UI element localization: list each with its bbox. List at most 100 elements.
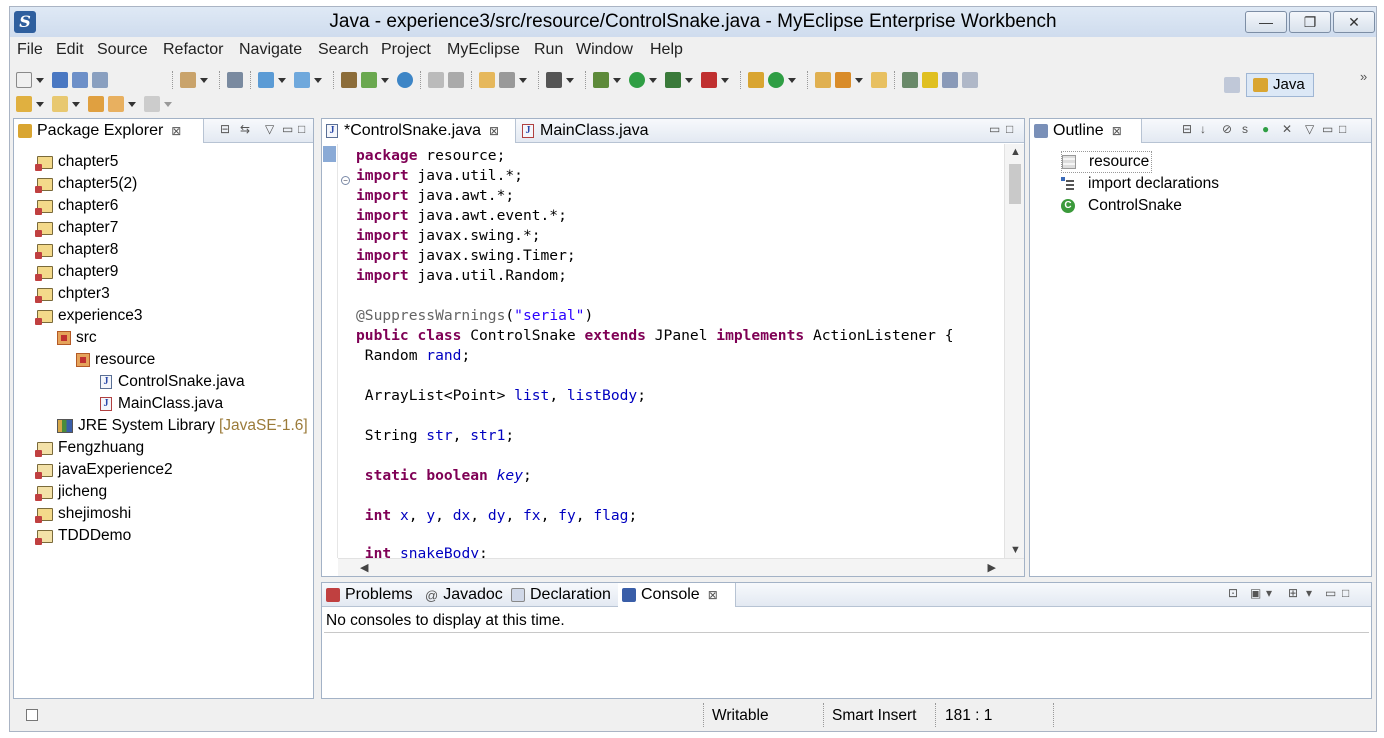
pencil-icon[interactable]: [835, 72, 851, 88]
tree-project-jicheng[interactable]: jicheng: [35, 481, 107, 503]
minimize-button[interactable]: —: [1245, 11, 1287, 33]
menu-refactor[interactable]: Refactor: [163, 41, 223, 59]
image-dropdown-icon[interactable]: [519, 77, 527, 83]
menu-source[interactable]: Source: [97, 41, 148, 59]
last-edit-icon[interactable]: [88, 96, 104, 112]
new-class-icon[interactable]: [768, 72, 784, 88]
tab-problems[interactable]: Problems: [322, 583, 419, 607]
maximize-view-icon[interactable]: □: [1339, 122, 1346, 136]
menu-file[interactable]: File: [17, 41, 43, 59]
new-class-dropdown-icon[interactable]: [788, 77, 796, 83]
tree-file-mainclass[interactable]: J MainClass.java: [100, 393, 223, 415]
menu-navigate[interactable]: Navigate: [239, 41, 302, 59]
scroll-up-icon[interactable]: ▲: [1010, 146, 1021, 158]
external-tools-dropdown-icon[interactable]: [721, 77, 729, 83]
tree-project-experience3[interactable]: experience3: [35, 305, 142, 327]
search-dropdown-icon[interactable]: [314, 77, 322, 83]
block-select-icon[interactable]: [942, 72, 958, 88]
tree-project-tdddemo[interactable]: TDDDemo: [35, 525, 131, 547]
back-dropdown-icon[interactable]: [128, 101, 136, 107]
java-perspective-button[interactable]: Java: [1246, 73, 1314, 97]
open-type-icon[interactable]: [227, 72, 243, 88]
deploy-dropdown-icon[interactable]: [381, 77, 389, 83]
menu-help[interactable]: Help: [650, 41, 683, 59]
tree-project-chpter3[interactable]: chpter3: [35, 283, 110, 305]
toolbar-overflow-icon[interactable]: »: [1360, 69, 1367, 84]
pencil-dropdown-icon[interactable]: [855, 77, 863, 83]
save-all-icon[interactable]: [72, 72, 88, 88]
display-console-icon[interactable]: ▣: [1250, 586, 1261, 600]
tab-package-explorer[interactable]: Package Explorer ⊠: [14, 119, 204, 143]
hide-local-types-icon[interactable]: ✕: [1282, 122, 1292, 136]
collapse-all-icon[interactable]: ⊟: [220, 122, 230, 136]
view-menu-icon[interactable]: ▽: [1305, 122, 1314, 136]
debug-icon[interactable]: [593, 72, 609, 88]
tree-project-chapter9[interactable]: chapter9: [35, 261, 118, 283]
external-tools-icon[interactable]: [701, 72, 717, 88]
back-icon[interactable]: [108, 96, 124, 112]
pin-console-icon[interactable]: ⊡: [1228, 586, 1238, 600]
tab-outline[interactable]: Outline ⊠: [1030, 119, 1142, 143]
tree-folder-src[interactable]: src: [57, 327, 97, 349]
new-wizard-icon[interactable]: [258, 72, 274, 88]
tab-javadoc[interactable]: @ Javadoc: [421, 583, 505, 607]
screenshot-icon[interactable]: [546, 72, 562, 88]
tree-file-controlsnake[interactable]: J ControlSnake.java: [100, 371, 245, 393]
scroll-right-icon[interactable]: ▶: [988, 561, 996, 574]
collapse-all-icon[interactable]: ⊟: [1182, 122, 1192, 136]
highlight-icon[interactable]: [922, 72, 938, 88]
run-config-icon[interactable]: [665, 72, 681, 88]
maximize-view-icon[interactable]: □: [1006, 122, 1013, 136]
tab-mainclass[interactable]: J MainClass.java: [518, 119, 678, 143]
close-tab-icon[interactable]: ⊠: [171, 124, 181, 138]
minimize-view-icon[interactable]: ▭: [282, 122, 293, 136]
prev-annotation-icon[interactable]: [52, 96, 68, 112]
outline-item-resource[interactable]: resource: [1061, 151, 1153, 173]
uml-icon[interactable]: [479, 72, 495, 88]
package-deploy-icon[interactable]: [361, 72, 377, 88]
scroll-left-icon[interactable]: ◀: [360, 561, 368, 574]
outline-item-imports[interactable]: import declarations: [1061, 173, 1219, 195]
folder-icon[interactable]: [871, 72, 887, 88]
open-console-dropdown-icon[interactable]: ▾: [1306, 586, 1312, 600]
tab-controlsnake[interactable]: J *ControlSnake.java ⊠: [322, 119, 516, 143]
menu-window[interactable]: Window: [576, 41, 633, 59]
fast-view-icon[interactable]: [26, 709, 38, 721]
tab-declaration[interactable]: Declaration: [507, 583, 616, 607]
outline-item-controlsnake[interactable]: C ControlSnake: [1061, 195, 1182, 217]
scroll-down-icon[interactable]: ▼: [1010, 544, 1021, 556]
run-dropdown-icon[interactable]: [649, 77, 657, 83]
tree-project-chapter6[interactable]: chapter6: [35, 195, 118, 217]
run-icon[interactable]: [629, 72, 645, 88]
open-console-icon[interactable]: ⊞: [1288, 586, 1298, 600]
maximize-view-icon[interactable]: □: [1342, 586, 1349, 600]
maximize-view-icon[interactable]: □: [298, 122, 305, 136]
tree-project-fengzhuang[interactable]: Fengzhuang: [35, 437, 144, 459]
server-icon[interactable]: [180, 72, 196, 88]
hide-static-icon[interactable]: s: [1242, 122, 1248, 136]
new-dropdown-icon[interactable]: [36, 77, 44, 83]
editor-vertical-scrollbar[interactable]: ▲ ▼: [1004, 144, 1024, 558]
tree-project-javaexperience2[interactable]: javaExperience2: [35, 459, 173, 481]
run-config-dropdown-icon[interactable]: [685, 77, 693, 83]
open-task-icon[interactable]: [815, 72, 831, 88]
tree-project-chapter8[interactable]: chapter8: [35, 239, 118, 261]
server-dropdown-icon[interactable]: [200, 77, 208, 83]
close-tab-icon[interactable]: ⊠: [708, 588, 718, 602]
tree-package-resource[interactable]: resource: [76, 349, 155, 371]
code-editor[interactable]: − package resource; import java.util.*; …: [322, 144, 1024, 576]
editor-horizontal-scrollbar[interactable]: ◀ ▶: [338, 558, 1024, 576]
new-package-icon[interactable]: [748, 72, 764, 88]
menu-myeclipse[interactable]: MyEclipse: [447, 41, 520, 59]
link-editor-icon[interactable]: ⇆: [240, 122, 250, 136]
minimize-view-icon[interactable]: ▭: [989, 122, 1000, 136]
tree-project-chapter5[interactable]: chapter5: [35, 151, 118, 173]
minimize-view-icon[interactable]: ▭: [1325, 586, 1336, 600]
display-console-dropdown-icon[interactable]: ▾: [1266, 586, 1272, 600]
fold-imports-icon[interactable]: −: [341, 176, 350, 185]
close-tab-icon[interactable]: ⊠: [489, 124, 499, 138]
next-annotation-dropdown-icon[interactable]: [36, 101, 44, 107]
annotation-icon[interactable]: [902, 72, 918, 88]
search-icon[interactable]: [294, 72, 310, 88]
wizard-dropdown-icon[interactable]: [278, 77, 286, 83]
